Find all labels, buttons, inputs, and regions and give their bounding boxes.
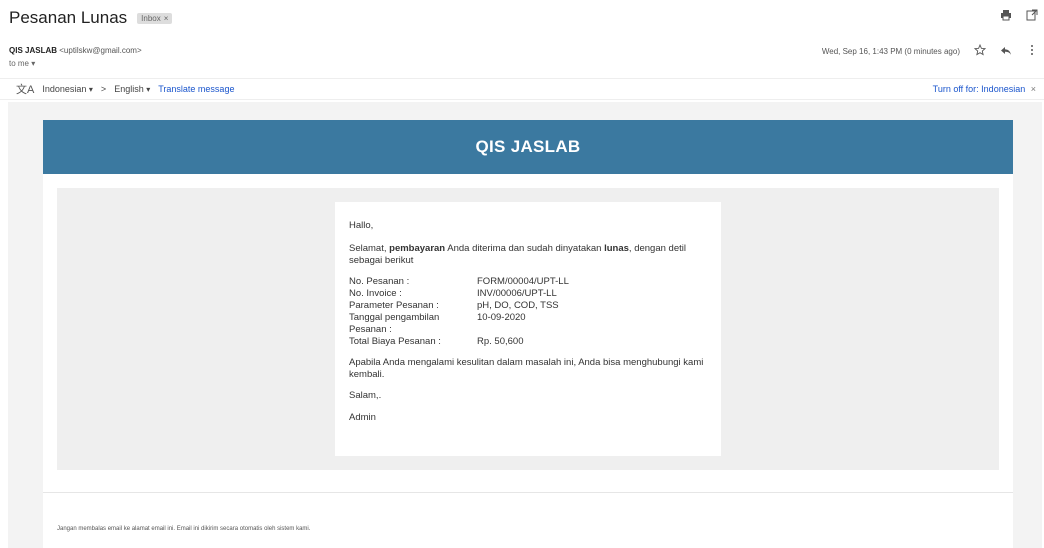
detail-value: Rp. 50,600 bbox=[477, 336, 524, 347]
intro-paragraph: Selamat, pembayaran Anda diterima dan su… bbox=[349, 243, 709, 267]
star-icon[interactable] bbox=[973, 43, 987, 58]
header-title: QIS JASLAB bbox=[475, 137, 581, 156]
reply-icon[interactable] bbox=[1000, 44, 1012, 58]
translate-bar: 文A Indonesian ▾ > English ▾ Translate me… bbox=[0, 78, 1044, 100]
sender-row: QIS JASLAB <uptilskw@gmail.com> bbox=[9, 46, 142, 55]
source-language-label: Indonesian bbox=[42, 84, 87, 94]
chevron-down-icon: ▾ bbox=[146, 85, 151, 94]
subject-row: Pesanan Lunas Inbox × bbox=[9, 6, 173, 30]
translate-message-link[interactable]: Translate message bbox=[158, 84, 234, 94]
remove-label-icon[interactable]: × bbox=[164, 14, 169, 23]
intro-mid: Anda diterima dan sudah dinyatakan bbox=[445, 243, 605, 254]
detail-value: INV/00006/UPT-LL bbox=[477, 288, 557, 299]
intro-bold-payment: pembayaran bbox=[389, 243, 446, 254]
header-banner: QIS JASLAB bbox=[43, 120, 1013, 174]
message-meta: Wed, Sep 16, 1:43 PM (0 minutes ago) bbox=[821, 43, 1038, 58]
turn-off-translate-link[interactable]: Turn off for: Indonesian bbox=[933, 84, 1026, 94]
detail-label: Parameter Pesanan : bbox=[349, 300, 439, 311]
target-language-label: English bbox=[114, 84, 144, 94]
more-options-icon[interactable] bbox=[1026, 44, 1038, 58]
chevron-down-icon[interactable]: ▾ bbox=[31, 59, 35, 68]
detail-value: 10-09-2020 bbox=[477, 312, 526, 323]
sender-name[interactable]: QIS JASLAB bbox=[9, 46, 57, 55]
detail-label: No. Invoice : bbox=[349, 288, 402, 299]
detail-label: Tanggal pengambilan Pesanan : bbox=[349, 312, 440, 335]
inbox-label-chip[interactable]: Inbox × bbox=[137, 12, 173, 24]
greeting: Hallo, bbox=[349, 220, 374, 231]
message-box: Hallo, Selamat, pembayaran Anda diterima… bbox=[335, 202, 721, 456]
inbox-label-text: Inbox bbox=[141, 13, 161, 23]
timestamp: Wed, Sep 16, 1:43 PM (0 minutes ago) bbox=[821, 46, 960, 56]
body-panel: Hallo, Selamat, pembayaran Anda diterima… bbox=[57, 188, 999, 470]
intro-pre: Selamat, bbox=[349, 243, 390, 254]
top-icons bbox=[1000, 8, 1038, 26]
salutation: Salam,. bbox=[349, 390, 382, 401]
detail-value: FORM/00004/UPT-LL bbox=[477, 276, 569, 287]
detail-label: No. Pesanan : bbox=[349, 276, 410, 287]
signature: Admin bbox=[349, 412, 376, 423]
sender-email: <uptilskw@gmail.com> bbox=[59, 46, 142, 55]
source-language-select[interactable]: Indonesian ▾ bbox=[42, 84, 93, 94]
footer-divider bbox=[43, 492, 1013, 493]
detail-label: Total Biaya Pesanan : bbox=[349, 336, 441, 347]
email-subject: Pesanan Lunas bbox=[9, 8, 128, 27]
translate-icon: 文A bbox=[16, 84, 35, 96]
language-arrow: > bbox=[100, 84, 107, 94]
open-in-new-window-icon[interactable] bbox=[1026, 8, 1038, 26]
email-card: QIS JASLAB Hallo, Selamat, pembayaran An… bbox=[43, 120, 1013, 548]
target-language-select[interactable]: English ▾ bbox=[114, 84, 150, 94]
recipient-details-toggle[interactable]: to me ▾ bbox=[9, 59, 35, 68]
detail-value: pH, DO, COD, TSS bbox=[477, 300, 559, 311]
footer-note: Jangan membalas email ke alamat email in… bbox=[57, 526, 311, 532]
order-details: No. Pesanan : FORM/00004/UPT-LL No. Invo… bbox=[349, 276, 707, 348]
recipient-text: to me bbox=[9, 59, 30, 68]
print-icon[interactable] bbox=[1000, 8, 1012, 26]
close-icon[interactable]: × bbox=[1031, 84, 1036, 94]
chevron-down-icon: ▾ bbox=[88, 85, 93, 94]
closing-paragraph: Apabila Anda mengalami kesulitan dalam m… bbox=[349, 357, 704, 380]
intro-bold-paid: lunas bbox=[604, 243, 629, 254]
email-body-frame: QIS JASLAB Hallo, Selamat, pembayaran An… bbox=[8, 102, 1042, 548]
